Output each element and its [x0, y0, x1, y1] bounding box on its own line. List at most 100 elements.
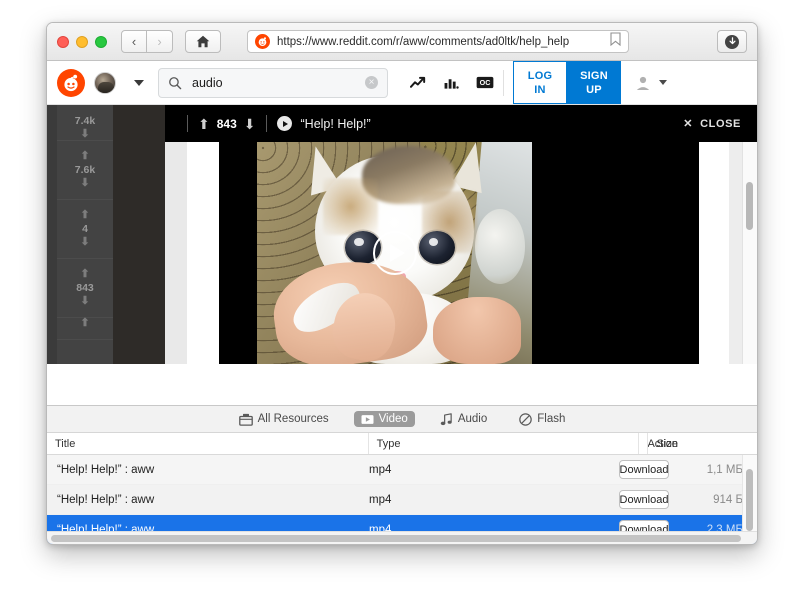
cell-title: “Help! Help!” : aww — [57, 493, 155, 506]
all-resources-icon — [238, 413, 253, 426]
zoom-window-button[interactable] — [95, 35, 107, 48]
column-header-size[interactable]: Size — [647, 433, 757, 454]
cell-title: “Help! Help!” : aww — [57, 463, 155, 476]
page-content-area: 7.4k ⬇ ⬆ 7.6k ⬇ ⬆ 4 ⬇ ⬆ 843 ⬇ ⬆ ⬆ 843 ⬇ … — [47, 105, 757, 364]
page-gutter-right — [699, 142, 729, 364]
lightbox-body — [165, 142, 757, 364]
close-label: CLOSE — [700, 117, 741, 130]
bar-chart-icon[interactable] — [444, 76, 459, 90]
downvote-icon[interactable]: ⬇ — [80, 237, 89, 248]
downloads-button[interactable] — [717, 30, 747, 53]
video-icon — [361, 414, 374, 424]
page-edge-left — [165, 142, 187, 364]
play-button[interactable] — [372, 231, 417, 275]
audio-note-icon — [440, 412, 452, 425]
filter-label: All Resources — [257, 413, 329, 425]
vote-count: 843 — [76, 282, 94, 294]
filter-all-resources[interactable]: All Resources — [232, 411, 336, 428]
search-input-value: audio — [192, 75, 223, 90]
bookmark-icon[interactable] — [610, 32, 621, 51]
signup-button[interactable]: SIGN UP — [567, 61, 621, 104]
downvote-icon[interactable]: ⬇ — [80, 129, 89, 140]
reddit-logo-icon[interactable] — [57, 68, 85, 97]
dimmed-post-thumbnails — [113, 105, 165, 364]
lightbox-header: ⬆ 843 ⬇ “Help! Help!” ✕ CLOSE — [165, 105, 757, 142]
navigation-buttons: ‹ › — [121, 30, 173, 53]
reddit-favicon-icon — [255, 34, 270, 49]
vote-card: ⬆ 843 ⬇ — [57, 259, 113, 318]
filter-flash[interactable]: Flash — [512, 411, 572, 428]
login-label-line1: LOG — [527, 69, 553, 82]
upvote-icon[interactable]: ⬆ — [80, 318, 89, 329]
downloader-panel: All Resources Video Audio Flash Title Ty… — [47, 405, 757, 544]
account-menu[interactable] — [635, 61, 667, 104]
post-title: “Help! Help!” — [300, 116, 371, 131]
signup-label-line1: SIGN — [580, 69, 608, 82]
vote-count: 4 — [82, 223, 88, 235]
signup-label-line2: UP — [586, 83, 602, 96]
vote-count: 7.6k — [74, 164, 96, 176]
avatar[interactable] — [94, 71, 116, 94]
login-button[interactable]: LOG IN — [513, 61, 567, 104]
oc-badge-icon[interactable]: OC — [476, 76, 494, 89]
upvote-icon[interactable]: ⬆ — [80, 151, 89, 162]
video-player[interactable] — [257, 142, 532, 364]
search-icon — [169, 76, 182, 89]
filter-audio[interactable]: Audio — [433, 411, 494, 428]
dimmed-reddit-page: 7.4k ⬇ ⬆ 7.6k ⬇ ⬆ 4 ⬇ ⬆ 843 ⬇ ⬆ — [47, 105, 165, 364]
page-scrollbar-thumb[interactable] — [746, 182, 753, 230]
dimmed-vote-column: 7.4k ⬇ ⬆ 7.6k ⬇ ⬆ 4 ⬇ ⬆ 843 ⬇ ⬆ — [57, 105, 113, 364]
vote-card: ⬆ 4 ⬇ — [57, 200, 113, 259]
downvote-icon[interactable]: ⬇ — [80, 296, 89, 307]
close-icon: ✕ — [683, 118, 694, 130]
horizontal-scrollbar-track[interactable] — [47, 531, 757, 544]
downloads-table-header: Title Type Action Size — [47, 433, 757, 455]
column-header-action[interactable]: Action — [638, 433, 678, 454]
horizontal-scrollbar-thumb[interactable] — [51, 534, 741, 542]
chevron-down-icon[interactable] — [659, 80, 667, 85]
cell-type: mp4 — [369, 493, 392, 506]
reddit-header-left — [57, 61, 144, 104]
upvote-icon[interactable]: ⬆ — [198, 117, 210, 131]
home-button[interactable] — [185, 30, 221, 53]
close-lightbox-button[interactable]: ✕ CLOSE — [683, 117, 741, 131]
video-lightbox-overlay: ⬆ 843 ⬇ “Help! Help!” ✕ CLOSE — [165, 105, 757, 364]
forward-button[interactable]: › — [147, 30, 173, 53]
search-input[interactable]: audio × — [158, 67, 388, 98]
close-window-button[interactable] — [57, 35, 69, 48]
page-scrollbar-track[interactable] — [742, 142, 757, 364]
upvote-icon[interactable]: ⬆ — [80, 269, 89, 280]
page-gutter-left — [187, 142, 219, 364]
window-traffic-lights — [57, 35, 107, 48]
filter-label: Flash — [537, 413, 566, 425]
trending-icon[interactable] — [410, 76, 427, 90]
browser-window: ‹ › https://www.reddit.com/r/aww/comment… — [46, 22, 758, 545]
vote-card: ⬆ 7.6k ⬇ — [57, 141, 113, 200]
downvote-icon[interactable]: ⬇ — [80, 178, 89, 189]
header-divider — [187, 115, 188, 132]
login-label-line2: IN — [534, 83, 546, 96]
vote-score: 843 — [216, 116, 237, 131]
clear-search-icon[interactable]: × — [365, 76, 378, 89]
address-bar[interactable]: https://www.reddit.com/r/aww/comments/ad… — [247, 30, 629, 53]
table-row[interactable]: “Help! Help!” : aww mp4 Download 914 Б — [47, 485, 757, 515]
upvote-icon[interactable]: ⬆ — [80, 210, 89, 221]
header-divider — [265, 115, 267, 132]
back-button[interactable]: ‹ — [121, 30, 147, 53]
cell-size: 1,1 МБ — [706, 463, 743, 476]
downloads-scrollbar-thumb[interactable] — [746, 469, 753, 531]
browser-toolbar: ‹ › https://www.reddit.com/r/aww/comment… — [47, 23, 757, 61]
vote-count: 7.4k — [74, 115, 96, 127]
filter-video[interactable]: Video — [353, 411, 415, 427]
chevron-down-icon[interactable] — [134, 79, 144, 86]
downvote-icon[interactable]: ⬇ — [244, 117, 256, 131]
flash-icon — [519, 412, 533, 426]
table-row[interactable]: “Help! Help!” : aww mp4 Download 1,1 МБ — [47, 455, 757, 485]
header-divider — [503, 69, 504, 96]
filter-label: Audio — [457, 413, 488, 425]
column-header-title[interactable]: Title — [47, 433, 368, 454]
minimize-window-button[interactable] — [76, 35, 88, 48]
vote-card: ⬆ — [57, 318, 113, 340]
column-header-type[interactable]: Type — [367, 433, 639, 454]
download-icon — [725, 34, 739, 49]
